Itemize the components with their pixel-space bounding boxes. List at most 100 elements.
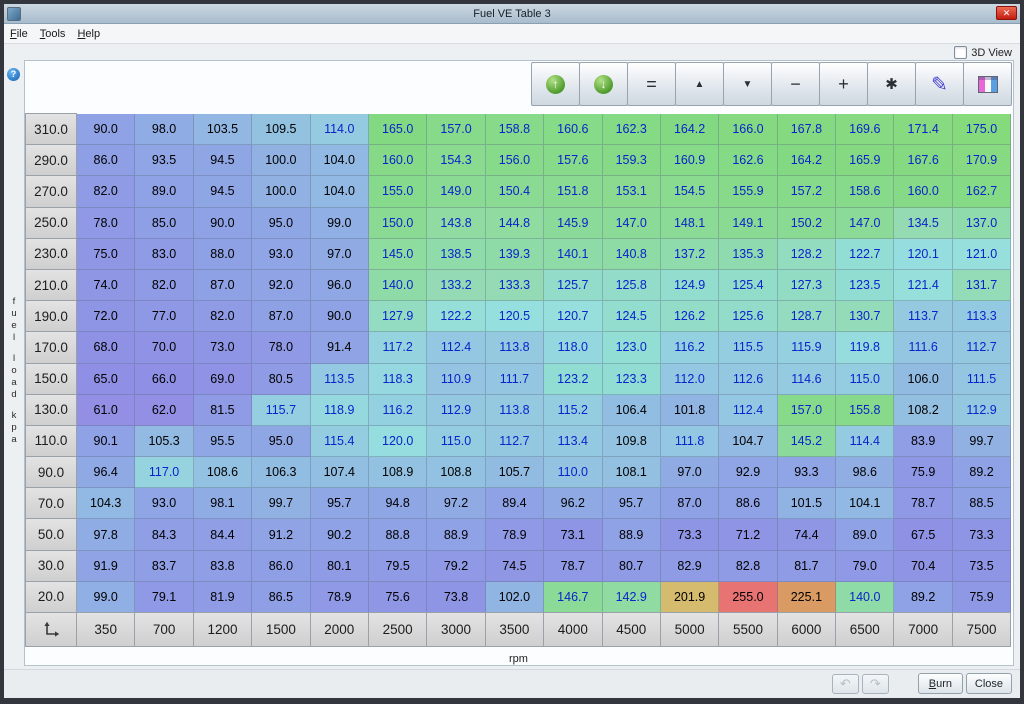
ve-cell[interactable]: 143.8 <box>427 208 485 239</box>
ve-cell[interactable]: 121.4 <box>894 270 952 301</box>
ve-cell[interactable]: 83.7 <box>135 551 193 582</box>
row-header[interactable]: 170.0 <box>25 331 77 363</box>
ve-cell[interactable]: 111.7 <box>486 364 544 395</box>
close-window-icon[interactable]: ✕ <box>996 6 1017 20</box>
column-header[interactable]: 5500 <box>718 612 777 647</box>
ve-cell[interactable]: 147.0 <box>836 208 894 239</box>
ve-cell[interactable]: 113.5 <box>311 364 369 395</box>
ve-cell[interactable]: 90.0 <box>77 114 135 145</box>
ve-cell[interactable]: 113.4 <box>544 426 602 457</box>
ve-cell[interactable]: 133.2 <box>427 270 485 301</box>
row-header[interactable]: 30.0 <box>25 550 77 582</box>
ve-cell[interactable]: 122.7 <box>836 239 894 270</box>
ve-cell[interactable]: 80.1 <box>311 551 369 582</box>
ve-cell[interactable]: 91.2 <box>252 519 310 550</box>
ve-cell[interactable]: 115.5 <box>719 332 777 363</box>
ve-cell[interactable]: 166.0 <box>719 114 777 145</box>
ve-cell[interactable]: 122.2 <box>427 301 485 332</box>
ve-cell[interactable]: 105.3 <box>135 426 193 457</box>
ve-cell[interactable]: 162.7 <box>953 176 1011 207</box>
ve-cell[interactable]: 123.5 <box>836 270 894 301</box>
ve-cell[interactable]: 111.6 <box>894 332 952 363</box>
ve-cell[interactable]: 112.6 <box>719 364 777 395</box>
decrease-cells-button[interactable]: ↓ <box>579 62 628 106</box>
ve-cell[interactable]: 120.5 <box>486 301 544 332</box>
ve-cell[interactable]: 74.4 <box>778 519 836 550</box>
ve-cell[interactable]: 109.5 <box>252 114 310 145</box>
ve-cell[interactable]: 112.0 <box>661 364 719 395</box>
ve-cell[interactable]: 162.3 <box>603 114 661 145</box>
ve-cell[interactable]: 87.0 <box>194 270 252 301</box>
ve-cell[interactable]: 150.0 <box>369 208 427 239</box>
ve-cell[interactable]: 81.5 <box>194 395 252 426</box>
ve-cell[interactable]: 79.1 <box>135 582 193 613</box>
ve-cell[interactable]: 82.8 <box>719 551 777 582</box>
ve-cell[interactable]: 175.0 <box>953 114 1011 145</box>
ve-cell[interactable]: 73.0 <box>194 332 252 363</box>
ve-cell[interactable]: 79.2 <box>427 551 485 582</box>
ve-cell[interactable]: 84.3 <box>135 519 193 550</box>
ve-cell[interactable]: 94.5 <box>194 176 252 207</box>
ve-cell[interactable]: 96.0 <box>311 270 369 301</box>
ve-cell[interactable]: 118.0 <box>544 332 602 363</box>
ve-cell[interactable]: 86.0 <box>77 145 135 176</box>
ve-cell[interactable]: 86.5 <box>252 582 310 613</box>
ve-cell[interactable]: 125.7 <box>544 270 602 301</box>
ve-cell[interactable]: 142.9 <box>603 582 661 613</box>
ve-cell[interactable]: 102.0 <box>486 582 544 613</box>
ve-cell[interactable]: 90.1 <box>77 426 135 457</box>
ve-cell[interactable]: 94.8 <box>369 488 427 519</box>
ve-cell[interactable]: 101.8 <box>661 395 719 426</box>
ve-cell[interactable]: 83.9 <box>894 426 952 457</box>
ve-cell[interactable]: 255.0 <box>719 582 777 613</box>
row-header[interactable]: 20.0 <box>25 581 77 613</box>
ve-cell[interactable]: 75.6 <box>369 582 427 613</box>
ve-cell[interactable]: 165.9 <box>836 145 894 176</box>
ve-cell[interactable]: 145.9 <box>544 208 602 239</box>
ve-cell[interactable]: 106.4 <box>603 395 661 426</box>
ve-cell[interactable]: 124.9 <box>661 270 719 301</box>
ve-cell[interactable]: 73.3 <box>953 519 1011 550</box>
ve-cell[interactable]: 97.0 <box>661 457 719 488</box>
ve-cell[interactable]: 225.1 <box>778 582 836 613</box>
row-header[interactable]: 210.0 <box>25 269 77 301</box>
row-header[interactable]: 90.0 <box>25 456 77 488</box>
ve-cell[interactable]: 119.8 <box>836 332 894 363</box>
ve-cell[interactable]: 114.4 <box>836 426 894 457</box>
ve-cell[interactable]: 83.8 <box>194 551 252 582</box>
ve-cell[interactable]: 155.0 <box>369 176 427 207</box>
ve-cell[interactable]: 96.2 <box>544 488 602 519</box>
titlebar[interactable]: Fuel VE Table 3 ✕ <box>4 4 1020 24</box>
ve-cell[interactable]: 140.0 <box>369 270 427 301</box>
ve-cell[interactable]: 111.8 <box>661 426 719 457</box>
burn-button[interactable]: Burn <box>918 673 963 694</box>
column-header[interactable]: 3000 <box>426 612 485 647</box>
ve-cell[interactable]: 162.6 <box>719 145 777 176</box>
ve-cell[interactable]: 167.6 <box>894 145 952 176</box>
ve-cell[interactable]: 101.5 <box>778 488 836 519</box>
ve-cell[interactable]: 105.7 <box>486 457 544 488</box>
ve-cell[interactable]: 88.0 <box>194 239 252 270</box>
ve-cell[interactable]: 160.9 <box>661 145 719 176</box>
column-header[interactable]: 6000 <box>777 612 836 647</box>
ve-cell[interactable]: 95.0 <box>252 208 310 239</box>
ve-cell[interactable]: 111.5 <box>953 364 1011 395</box>
ve-cell[interactable]: 80.7 <box>603 551 661 582</box>
ve-cell[interactable]: 95.7 <box>603 488 661 519</box>
column-header[interactable]: 700 <box>134 612 193 647</box>
ve-cell[interactable]: 130.7 <box>836 301 894 332</box>
ve-cell[interactable]: 107.4 <box>311 457 369 488</box>
ve-cell[interactable]: 125.4 <box>719 270 777 301</box>
ve-cell[interactable]: 98.0 <box>135 114 193 145</box>
ve-cell[interactable]: 77.0 <box>135 301 193 332</box>
ve-cell[interactable]: 118.3 <box>369 364 427 395</box>
ve-cell[interactable]: 123.3 <box>603 364 661 395</box>
ve-cell[interactable]: 157.6 <box>544 145 602 176</box>
ve-cell[interactable]: 98.6 <box>836 457 894 488</box>
ve-cell[interactable]: 99.0 <box>77 582 135 613</box>
ve-cell[interactable]: 91.4 <box>311 332 369 363</box>
ve-cell[interactable]: 159.3 <box>603 145 661 176</box>
ve-cell[interactable]: 153.1 <box>603 176 661 207</box>
ve-cell[interactable]: 93.5 <box>135 145 193 176</box>
ve-cell[interactable]: 135.3 <box>719 239 777 270</box>
